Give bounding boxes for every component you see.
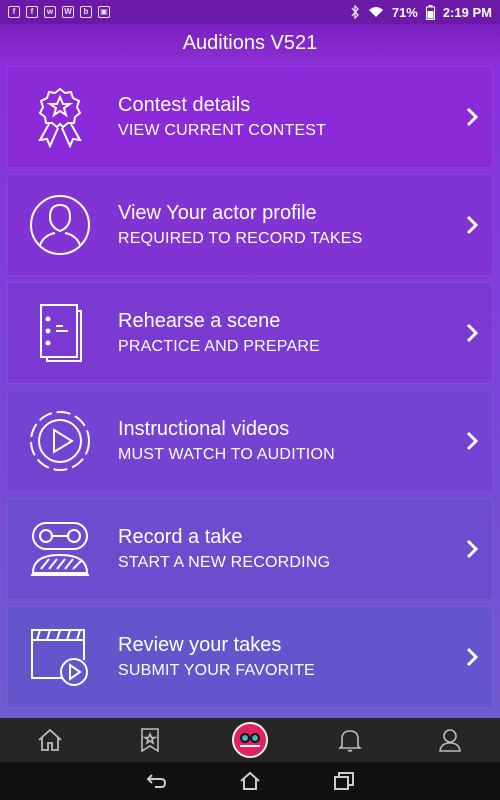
bottom-nav: [0, 718, 500, 762]
notification-icons: f f w W b ▣: [8, 6, 110, 18]
clapper-play-icon: [31, 629, 88, 686]
item-subtitle: MUST WATCH TO AUDITION: [118, 446, 335, 463]
menu-item-rehearse-scene[interactable]: Rehearse a scene PRACTICE AND PREPARE: [7, 282, 493, 384]
script-icon: [40, 304, 82, 362]
item-title: Contest details: [118, 94, 251, 116]
menu-item-contest-details[interactable]: Contest details VIEW CURRENT CONTEST: [7, 66, 493, 168]
chevron-right-icon: [466, 647, 479, 667]
bluetooth-icon: [351, 5, 359, 19]
menu-item-instructional-videos[interactable]: Instructional videos MUST WATCH TO AUDIT…: [7, 390, 493, 492]
chevron-right-icon: [466, 215, 479, 235]
chevron-right-icon: [466, 539, 479, 559]
item-subtitle: SUBMIT YOUR FAVORITE: [118, 662, 315, 679]
item-subtitle: VIEW CURRENT CONTEST: [118, 122, 327, 139]
br-icon: b: [80, 6, 92, 18]
system-nav: [0, 762, 500, 800]
chevron-right-icon: [466, 431, 479, 451]
nav-profile[interactable]: [420, 718, 480, 762]
bookmark-star-icon: [141, 728, 159, 753]
item-subtitle: PRACTICE AND PREPARE: [118, 338, 320, 355]
menu-item-record-take[interactable]: Record a take START A NEW RECORDING: [7, 498, 493, 600]
back-icon[interactable]: [145, 772, 167, 790]
item-title: Rehearse a scene: [118, 310, 281, 332]
home-icon: [38, 728, 62, 751]
w-icon: W: [62, 6, 74, 18]
facebook-notification-icon: f: [8, 6, 20, 18]
menu-item-review-takes[interactable]: Review your takes SUBMIT YOUR FAVORITE: [7, 606, 493, 708]
battery-percent: 71%: [391, 4, 418, 20]
chevron-right-icon: [466, 107, 479, 127]
nav-notifications[interactable]: [320, 718, 380, 762]
item-title: Record a take: [118, 526, 243, 548]
whatsapp-icon: w: [44, 6, 56, 18]
bell-icon: [338, 730, 362, 752]
nav-home[interactable]: [20, 718, 80, 762]
item-title: View Your actor profile: [118, 202, 317, 224]
profile-icon: [30, 195, 90, 255]
nav-app-logo[interactable]: [220, 718, 280, 762]
status-bar: f f w W b ▣ 71% 2:19 PM: [0, 0, 500, 24]
menu-item-actor-profile[interactable]: View Your actor profile REQUIRED TO RECO…: [7, 174, 493, 276]
item-title: Instructional videos: [118, 418, 290, 440]
battery-icon: [425, 4, 435, 20]
wifi-icon: [368, 7, 383, 17]
item-subtitle: REQUIRED TO RECORD TAKES: [118, 230, 363, 247]
clock: 2:19 PM: [442, 4, 492, 20]
facebook-icon: f: [26, 6, 38, 18]
app-logo-icon: [232, 722, 268, 758]
camera-reel-icon: [31, 522, 89, 576]
item-subtitle: START A NEW RECORDING: [118, 554, 331, 571]
menu-list: Contest details VIEW CURRENT CONTEST Vie…: [0, 62, 500, 718]
user-icon: [439, 729, 461, 752]
item-title: Review your takes: [118, 634, 282, 656]
nav-bookmarks[interactable]: [120, 718, 180, 762]
bag-icon: ▣: [98, 6, 110, 18]
play-circle-icon: [30, 411, 90, 471]
chevron-right-icon: [466, 323, 479, 343]
app-title: Auditions V521: [0, 24, 500, 62]
recents-icon[interactable]: [333, 771, 355, 791]
home-icon[interactable]: [239, 771, 261, 791]
ribbon-star-icon: [38, 87, 82, 148]
